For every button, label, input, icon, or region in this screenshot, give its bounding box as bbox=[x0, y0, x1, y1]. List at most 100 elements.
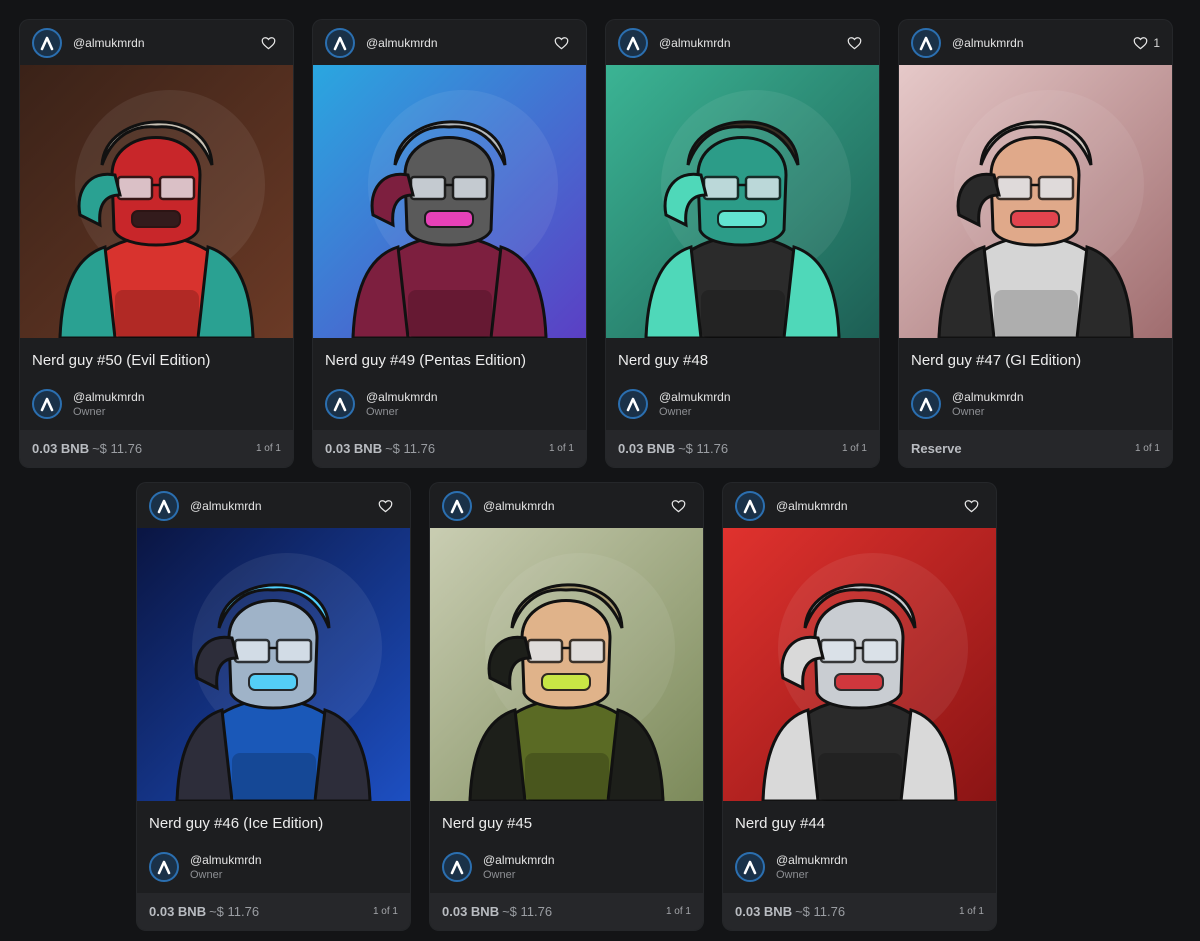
nft-card[interactable]: @almukmrdn Nerd guy #50 (Evil Edition) @… bbox=[20, 20, 293, 467]
nft-title[interactable]: Nerd guy #49 (Pentas Edition) bbox=[313, 338, 586, 378]
creator-logo-icon[interactable] bbox=[32, 27, 62, 58]
owner-logo-icon[interactable] bbox=[911, 389, 941, 419]
nft-artwork[interactable] bbox=[899, 65, 1172, 338]
like-control[interactable] bbox=[261, 36, 281, 50]
nft-card[interactable]: @almukmrdn 1 Nerd guy #47 (GI Edition) @… bbox=[899, 20, 1172, 467]
heart-icon[interactable] bbox=[671, 499, 686, 513]
nft-artwork[interactable] bbox=[137, 528, 410, 801]
card-header: @almukmrdn bbox=[430, 483, 703, 528]
owner-role-label: Owner bbox=[776, 869, 809, 881]
nft-title[interactable]: Nerd guy #47 (GI Edition) bbox=[899, 338, 1172, 378]
owner-logo-icon[interactable] bbox=[442, 852, 472, 882]
nft-grid: @almukmrdn Nerd guy #50 (Evil Edition) @… bbox=[0, 0, 1200, 941]
price-bnb: 0.03 BNB bbox=[32, 441, 90, 456]
creator-logo-icon[interactable] bbox=[618, 27, 648, 58]
owner-row: @almukmrdn Owner bbox=[430, 841, 703, 887]
owner-role-label: Owner bbox=[659, 406, 692, 418]
nft-card[interactable]: @almukmrdn Nerd guy #45 @almukmrdn Owner… bbox=[430, 483, 703, 930]
card-footer: 0.03 BNB ~$ 11.76 1 of 1 bbox=[137, 893, 410, 930]
creator-logo-icon[interactable] bbox=[149, 490, 179, 521]
like-control[interactable] bbox=[964, 499, 984, 513]
nft-title[interactable]: Nerd guy #44 bbox=[723, 801, 996, 841]
card-header: @almukmrdn 1 bbox=[899, 20, 1172, 65]
card-footer: 0.03 BNB ~$ 11.76 1 of 1 bbox=[20, 430, 293, 467]
price-bnb: 0.03 BNB bbox=[325, 441, 383, 456]
owner-row: @almukmrdn Owner bbox=[20, 378, 293, 424]
creator-logo-icon[interactable] bbox=[911, 27, 941, 58]
edition-count: 1 of 1 bbox=[958, 906, 984, 917]
price-bnb: 0.03 BNB bbox=[618, 441, 676, 456]
owner-row: @almukmrdn Owner bbox=[899, 378, 1172, 424]
owner-handle[interactable]: @almukmrdn bbox=[366, 390, 438, 404]
like-control[interactable]: 1 bbox=[1133, 36, 1160, 50]
heart-icon[interactable] bbox=[964, 499, 979, 513]
creator-handle[interactable]: @almukmrdn bbox=[659, 36, 847, 50]
nft-artwork[interactable] bbox=[313, 65, 586, 338]
price-usd: ~$ 11.76 bbox=[678, 441, 729, 456]
like-count: 1 bbox=[1153, 35, 1160, 50]
owner-handle[interactable]: @almukmrdn bbox=[483, 853, 555, 867]
creator-handle[interactable]: @almukmrdn bbox=[776, 499, 964, 513]
like-control[interactable] bbox=[378, 499, 398, 513]
nft-artwork[interactable] bbox=[723, 528, 996, 801]
owner-logo-icon[interactable] bbox=[618, 389, 648, 419]
edition-count: 1 of 1 bbox=[548, 443, 574, 454]
creator-handle[interactable]: @almukmrdn bbox=[952, 36, 1133, 50]
creator-handle[interactable]: @almukmrdn bbox=[190, 499, 378, 513]
like-control[interactable] bbox=[671, 499, 691, 513]
creator-logo-icon[interactable] bbox=[735, 490, 765, 521]
nft-artwork[interactable] bbox=[430, 528, 703, 801]
nft-artwork[interactable] bbox=[606, 65, 879, 338]
nft-card[interactable]: @almukmrdn Nerd guy #46 (Ice Edition) @a… bbox=[137, 483, 410, 930]
owner-handle[interactable]: @almukmrdn bbox=[776, 853, 848, 867]
heart-icon[interactable] bbox=[378, 499, 393, 513]
price: 0.03 BNB ~$ 11.76 bbox=[442, 904, 552, 919]
owner-handle[interactable]: @almukmrdn bbox=[952, 390, 1024, 404]
nft-title[interactable]: Nerd guy #48 bbox=[606, 338, 879, 378]
price-bnb: 0.03 BNB bbox=[149, 904, 207, 919]
price-usd: ~$ 11.76 bbox=[209, 904, 260, 919]
owner-handle[interactable]: @almukmrdn bbox=[73, 390, 145, 404]
heart-icon[interactable] bbox=[1133, 36, 1148, 50]
creator-logo-icon[interactable] bbox=[442, 490, 472, 521]
nft-title[interactable]: Nerd guy #46 (Ice Edition) bbox=[137, 801, 410, 841]
nft-artwork[interactable] bbox=[20, 65, 293, 338]
owner-role-label: Owner bbox=[190, 869, 223, 881]
nft-title[interactable]: Nerd guy #45 bbox=[430, 801, 703, 841]
card-header: @almukmrdn bbox=[606, 20, 879, 65]
card-header: @almukmrdn bbox=[137, 483, 410, 528]
card-footer: 0.03 BNB ~$ 11.76 1 of 1 bbox=[313, 430, 586, 467]
nft-card[interactable]: @almukmrdn Nerd guy #48 @almukmrdn Owner… bbox=[606, 20, 879, 467]
owner-handle[interactable]: @almukmrdn bbox=[190, 853, 262, 867]
edition-count: 1 of 1 bbox=[841, 443, 867, 454]
nft-card[interactable]: @almukmrdn Nerd guy #49 (Pentas Edition) bbox=[313, 20, 586, 467]
like-control[interactable] bbox=[847, 36, 867, 50]
price-bnb: Reserve bbox=[911, 441, 962, 456]
owner-handle[interactable]: @almukmrdn bbox=[659, 390, 731, 404]
owner-logo-icon[interactable] bbox=[32, 389, 62, 419]
creator-logo-icon[interactable] bbox=[325, 27, 355, 58]
price: 0.03 BNB ~$ 11.76 bbox=[618, 441, 728, 456]
owner-logo-icon[interactable] bbox=[149, 852, 179, 882]
heart-icon[interactable] bbox=[554, 36, 569, 50]
card-header: @almukmrdn bbox=[20, 20, 293, 65]
price-usd: ~$ 11.76 bbox=[502, 904, 553, 919]
creator-handle[interactable]: @almukmrdn bbox=[366, 36, 554, 50]
price: 0.03 BNB ~$ 11.76 bbox=[32, 441, 142, 456]
heart-icon[interactable] bbox=[261, 36, 276, 50]
owner-row: @almukmrdn Owner bbox=[723, 841, 996, 887]
nft-title[interactable]: Nerd guy #50 (Evil Edition) bbox=[20, 338, 293, 378]
price-bnb: 0.03 BNB bbox=[442, 904, 500, 919]
owner-logo-icon[interactable] bbox=[325, 389, 355, 419]
owner-logo-icon[interactable] bbox=[735, 852, 765, 882]
owner-row: @almukmrdn Owner bbox=[137, 841, 410, 887]
creator-handle[interactable]: @almukmrdn bbox=[73, 36, 261, 50]
nft-card[interactable]: @almukmrdn Nerd guy #44 @almukmrdn Owner… bbox=[723, 483, 996, 930]
creator-handle[interactable]: @almukmrdn bbox=[483, 499, 671, 513]
like-control[interactable] bbox=[554, 36, 574, 50]
owner-role-label: Owner bbox=[952, 406, 985, 418]
card-header: @almukmrdn bbox=[723, 483, 996, 528]
card-header: @almukmrdn bbox=[313, 20, 586, 65]
owner-row: @almukmrdn Owner bbox=[313, 378, 586, 424]
heart-icon[interactable] bbox=[847, 36, 862, 50]
